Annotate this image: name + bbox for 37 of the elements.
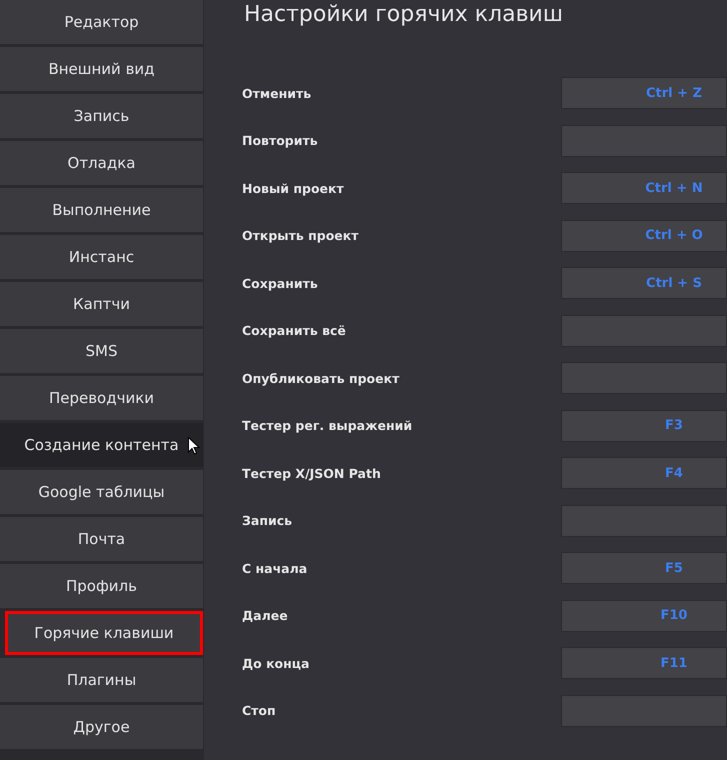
hotkey-field[interactable] (561, 314, 727, 346)
hotkey-label: Запись (242, 513, 294, 528)
mouse-cursor-icon (188, 437, 200, 455)
sidebar-item[interactable]: Каптчи (0, 282, 203, 326)
sidebar-item[interactable]: Создание контента (0, 423, 203, 467)
hotkey-field[interactable] (561, 362, 727, 394)
hotkey-label: С начала (242, 560, 308, 576)
hotkey-label: Сохранить (242, 276, 319, 290)
hotkey-field[interactable] (561, 124, 727, 156)
sidebar-item[interactable]: Выполнение (0, 188, 203, 232)
hotkey-label: Тестер рег. выражений (242, 418, 414, 433)
sidebar-item[interactable]: Другое (0, 705, 203, 749)
sidebar-item[interactable]: Запись (0, 94, 203, 138)
hotkey-field[interactable] (561, 694, 727, 726)
page-title: Настройки горячих клавиш (244, 2, 564, 27)
hotkey-label: Отменить (242, 86, 312, 100)
sidebar-item[interactable]: Профиль (0, 564, 203, 608)
sidebar-item[interactable]: Почта (0, 517, 203, 561)
hotkey-label: Открыть проект (242, 228, 360, 243)
sidebar-item[interactable]: Редактор (0, 0, 203, 44)
hotkey-field[interactable] (561, 504, 727, 536)
sidebar-item[interactable]: Внешний вид (0, 47, 203, 91)
sidebar-item[interactable]: Инстанс (0, 235, 203, 279)
sidebar-item[interactable]: Плагины (0, 658, 203, 702)
hotkey-label: До конца (242, 656, 310, 670)
sidebar-item[interactable]: SMS (0, 329, 203, 373)
sidebar-item[interactable]: Переводчики (0, 376, 203, 420)
hotkey-label: Сохранить всё (242, 323, 347, 338)
hotkey-label: Новый проект (242, 180, 345, 196)
sidebar-item[interactable]: Отладка (0, 141, 203, 185)
hotkey-label: Стоп (242, 703, 277, 718)
sidebar-item[interactable]: Google таблицы (0, 470, 203, 514)
hotkey-label: Повторить (242, 133, 319, 148)
sidebar-item[interactable]: Горячие клавиши (5, 611, 203, 655)
hotkey-label: Тестер X/JSON Path (242, 466, 382, 480)
hotkey-label: Далее (242, 608, 289, 623)
hotkey-label: Опубликовать проект (242, 370, 400, 386)
